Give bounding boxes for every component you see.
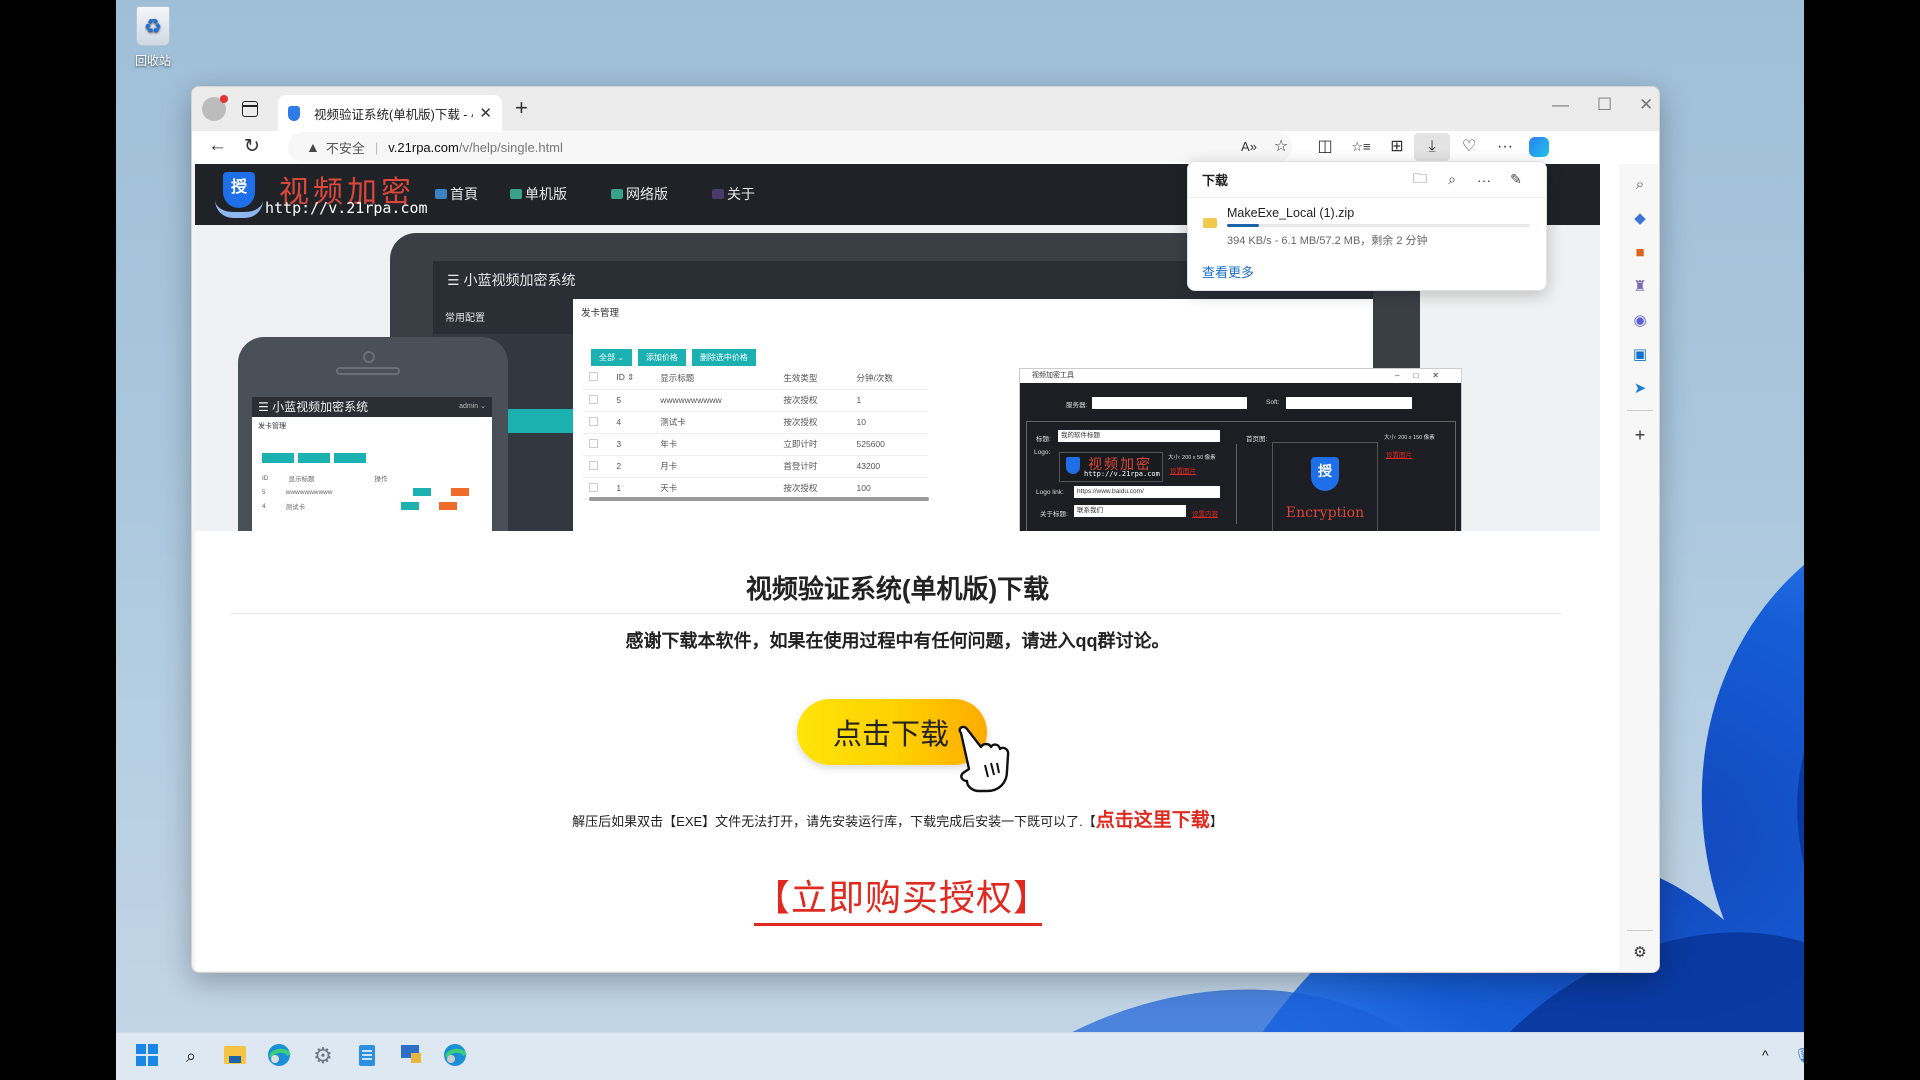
nav-item-home[interactable]: 首頁 (435, 184, 478, 204)
pointing-hand-icon (958, 725, 1010, 793)
logo-url: http://v.21rpa.com (265, 199, 428, 217)
more-options-icon[interactable]: ··· (1468, 172, 1500, 188)
insecure-label[interactable]: 不安全 (326, 138, 365, 157)
downloads-title: 下载 (1202, 173, 1229, 188)
start-icon[interactable] (134, 1043, 160, 1069)
recycle-bin-icon: ♻ (136, 6, 170, 46)
logo-hands-icon (215, 200, 263, 218)
desktop: ♻ 回收站 视频验证系统(单机版)下载 - 小蓝 ✕ + — ☐ ✕ ← ↻ ▲… (116, 0, 1804, 1080)
copilot-icon[interactable] (1529, 137, 1549, 157)
truck-icon (510, 189, 522, 199)
minimize-button[interactable]: — (1552, 95, 1569, 115)
download-item[interactable]: MakeExe_Local (1).zip 394 KB/s - 6.1 MB/… (1188, 198, 1546, 258)
refresh-button[interactable]: ↻ (244, 135, 260, 158)
table-row: 4 测试卡 按次授权 10 (583, 411, 928, 434)
address-bar[interactable]: ▲ 不安全 | v.21rpa.com /v/help/single.html (288, 132, 1292, 162)
tab-close-icon[interactable]: ✕ (479, 104, 492, 122)
favorites-list-icon[interactable]: ☆≡ (1350, 136, 1372, 158)
truck-icon (611, 189, 623, 199)
tools-icon[interactable]: ■ (1629, 242, 1651, 264)
site-nav: 首頁 单机版 网络版 关于 (435, 184, 795, 204)
tab-bar: 视频验证系统(单机版)下载 - 小蓝 ✕ + — ☐ ✕ (192, 87, 1659, 131)
edge-sidebar: ⌕ ◆ ■ ♜ ◉ ▣ ➤ + ⚙ (1619, 164, 1659, 972)
runtime-download-link[interactable]: 点击这里下载 (1096, 810, 1210, 831)
download-progress (1227, 224, 1530, 227)
phone-mockup: ☰ 小蓝视频加密系统 admin ⌄ 发卡管理 ID 显示标题 操作 5 wwwwwww… (238, 337, 508, 531)
nav-item-about[interactable]: 关于 (712, 184, 755, 204)
collections-icon[interactable]: ⊞ (1386, 136, 1408, 158)
outlook-icon[interactable]: ▣ (1629, 344, 1651, 366)
site-favicon-icon (288, 105, 300, 121)
new-tab-button[interactable]: + (515, 95, 528, 121)
table-row: 5 wwwwwwwwww 按次授权 1 (583, 389, 928, 412)
taskbar: ⌕ ⚙ ^ 🎙 (116, 1032, 1804, 1080)
laptop-icon (435, 189, 447, 199)
profile-avatar-icon[interactable] (202, 95, 228, 121)
desktop-icon-label: 回收站 (134, 54, 171, 68)
download-status: 394 KB/s - 6.1 MB/57.2 MB，剩余 2 分钟 (1227, 235, 1428, 247)
downloads-flyout: 下载 🗀 ⌕ ··· ✎ MakeExe_Local (1).zip 394 K… (1187, 161, 1547, 291)
tab-title: 视频验证系统(单机版)下载 - 小蓝 (314, 107, 473, 122)
see-more-link[interactable]: 查看更多 (1202, 262, 1254, 281)
file-explorer-icon[interactable] (222, 1043, 248, 1069)
favorite-star-icon[interactable]: ☆ (1270, 136, 1292, 158)
microphone-icon[interactable]: 🎙 (1794, 1047, 1804, 1064)
desktop-icon-recycle-bin[interactable]: ♻ 回收站 (116, 6, 190, 69)
telegram-icon[interactable]: ➤ (1629, 378, 1651, 400)
split-screen-icon[interactable]: ◫ (1314, 136, 1336, 158)
search-icon[interactable]: ⌕ (178, 1043, 204, 1069)
page-title: 视频验证系统(单机版)下载 (745, 574, 1050, 604)
shopping-tag-icon[interactable]: ◆ (1629, 208, 1651, 230)
people-icon (712, 189, 724, 199)
table-row: 3 年卡 立即计时 525600 (583, 433, 928, 456)
downloads-icon[interactable]: ⤓ (1414, 133, 1450, 161)
download-filename: MakeExe_Local (1).zip (1227, 206, 1355, 220)
pin-icon[interactable]: ✎ (1500, 171, 1532, 188)
url-path: /v/help/single.html (458, 139, 563, 155)
close-window-button[interactable]: ✕ (1639, 95, 1653, 115)
table-row: 1 天卡 按次授权 100 (583, 477, 928, 500)
search-icon[interactable]: ⌕ (1436, 171, 1468, 188)
edge-icon[interactable] (442, 1043, 468, 1069)
browser-essentials-icon[interactable]: ♡ (1458, 136, 1480, 158)
thanks-text: 感谢下载本软件，如果在使用过程中有任何问题，请进入qq群讨论。 (625, 631, 1170, 651)
search-icon[interactable]: ⌕ (1629, 174, 1651, 196)
nav-item-network[interactable]: 网络版 (611, 184, 668, 204)
open-folder-icon[interactable]: 🗀 (1404, 168, 1436, 192)
divider (231, 613, 1561, 614)
sidebar-settings-icon[interactable]: ⚙ (1629, 942, 1651, 964)
buy-license-link[interactable]: 【立即购买授权】 (754, 875, 1049, 926)
games-icon[interactable]: ♜ (1629, 276, 1651, 298)
tab-active[interactable]: 视频验证系统(单机版)下载 - 小蓝 ✕ (278, 95, 502, 131)
read-aloud-icon[interactable]: A» (1238, 136, 1260, 158)
maximize-button[interactable]: ☐ (1597, 95, 1612, 115)
runtime-note: 解压后如果双击【EXE】文件无法打开，请先安装运行库，下载完成后安装一下既可以了… (572, 810, 1223, 831)
table-row: 2 月卡 首登计时 43200 (583, 455, 928, 478)
notepad-icon[interactable] (354, 1043, 380, 1069)
edge-profile-icon[interactable] (266, 1043, 292, 1069)
tab-actions-icon[interactable] (242, 101, 258, 117)
browser-toolbar: ← ↻ ▲ 不安全 | v.21rpa.com /v/help/single.h… (192, 131, 1659, 164)
nav-item-standalone[interactable]: 单机版 (510, 184, 567, 204)
add-sidebar-app-icon[interactable]: + (1629, 424, 1651, 446)
warning-icon: ▲ (306, 139, 320, 155)
tray-chevron-icon[interactable]: ^ (1762, 1047, 1769, 1063)
microsoft365-icon[interactable]: ◉ (1629, 310, 1651, 332)
browser-window: 视频验证系统(单机版)下载 - 小蓝 ✕ + — ☐ ✕ ← ↻ ▲ 不安全 |… (191, 86, 1660, 973)
back-button[interactable]: ← (208, 135, 227, 157)
more-menu-icon[interactable]: ··· (1494, 136, 1516, 158)
zip-folder-icon (1203, 218, 1217, 228)
network-tool-icon[interactable] (398, 1043, 424, 1069)
encryption-tool-mockup: 视频加密工具 –□✕ 服务器: Soft: 标题: 我的软件标题 Logo: 视频… (1019, 368, 1462, 531)
settings-icon[interactable]: ⚙ (310, 1043, 336, 1069)
admin-table: ID ⇕ 显示标题 生效类型 分钟/次数 5 wwwwwwwwww 按次授权 1 4测… (583, 367, 928, 500)
url-host: v.21rpa.com (388, 139, 459, 155)
main-content: 视频验证系统(单机版)下载 感谢下载本软件，如果在使用过程中有任何问题，请进入q… (195, 531, 1600, 971)
